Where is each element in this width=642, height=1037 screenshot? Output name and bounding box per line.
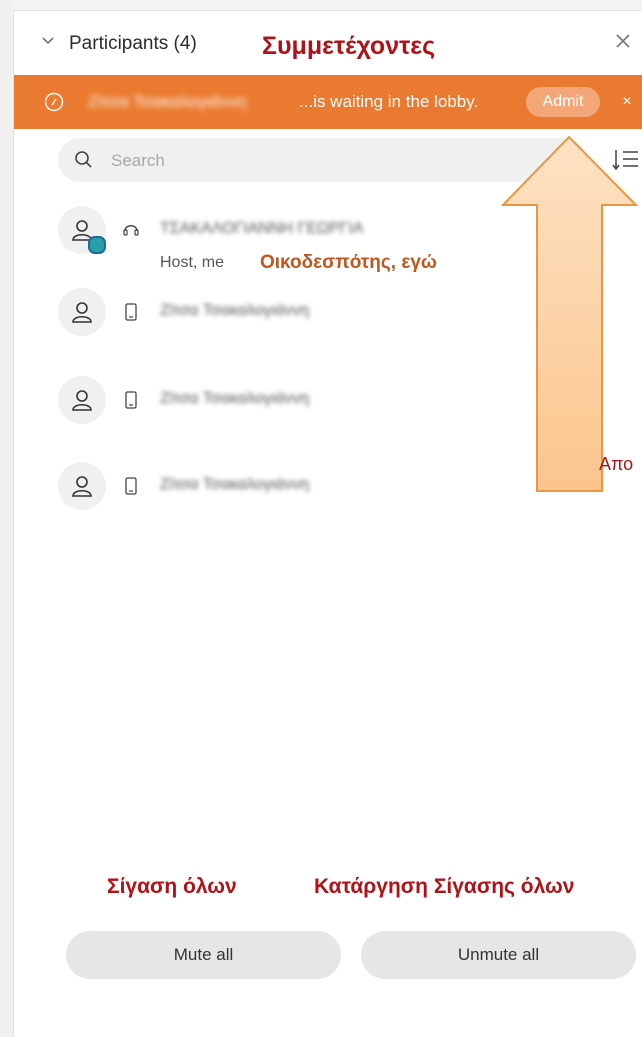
person-icon	[72, 476, 92, 497]
avatar	[58, 376, 106, 424]
greek-host-annotation: Οικοδεσπότης, εγώ	[260, 252, 437, 273]
arrow-annotation-text: Απο	[599, 454, 634, 474]
chevron-down-icon[interactable]	[40, 33, 56, 49]
left-edge-strip	[0, 0, 12, 1037]
panel-header: Participants (4) Συμμετέχοντες	[14, 11, 642, 75]
phone-icon	[125, 303, 137, 321]
participant-name: ΤΣΑΚΑΛΟΓΙΑΝΝΗ ΓΕΩΡΓΙΑ	[160, 220, 364, 237]
phone-icon	[125, 391, 137, 409]
participants-page: Participants (4) Συμμετέχοντες Ζίτσα Τσα…	[0, 0, 642, 1037]
presence-indicator	[88, 236, 106, 254]
lobby-message: ...is waiting in the lobby.	[299, 92, 479, 111]
lobby-info-icon	[44, 92, 64, 112]
avatar	[58, 206, 106, 254]
participant-name: Ζίτσα Τσακαλογιάννη	[160, 390, 310, 407]
unmute-all-button[interactable]: Unmute all	[361, 931, 636, 979]
participant-name: Ζίτσα Τσακαλογιάννη	[160, 476, 310, 493]
person-icon	[72, 390, 92, 411]
greek-title-annotation: Συμμετέχοντες	[262, 32, 436, 60]
lobby-notification: Ζίτσα Τσακαλογιάννη ...is waiting in the…	[14, 75, 642, 129]
greek-mute-annotation: Σίγαση όλων	[107, 875, 237, 898]
panel-title: Participants (4)	[69, 33, 197, 54]
avatar	[58, 462, 106, 510]
headset-icon	[123, 225, 139, 236]
lobby-dismiss-icon[interactable]: ×	[616, 91, 638, 113]
annotation-arrow	[500, 135, 639, 492]
lobby-person-name: Ζίτσα Τσακαλογιάννη	[88, 92, 247, 111]
admit-button[interactable]: Admit	[526, 87, 600, 117]
phone-icon	[125, 477, 137, 495]
greek-unmute-annotation: Κατάργηση Σίγασης όλων	[314, 875, 575, 898]
person-icon	[72, 302, 92, 323]
mute-all-button[interactable]: Mute all	[66, 931, 341, 979]
participant-name: Ζίτσα Τσακαλογιάννη	[160, 302, 310, 319]
search-icon	[75, 151, 92, 168]
participant-role: Host, me	[160, 254, 225, 271]
close-icon[interactable]	[613, 31, 633, 51]
avatar	[58, 288, 106, 336]
